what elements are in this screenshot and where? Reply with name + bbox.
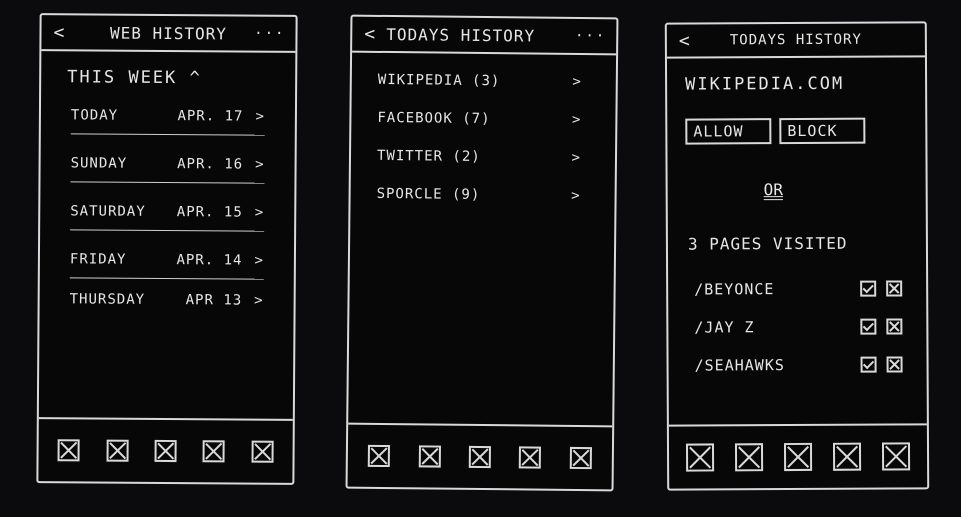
- allow-checkbox[interactable]: [860, 356, 877, 373]
- block-button[interactable]: BLOCK: [779, 117, 866, 145]
- history-content: THIS WEEK ^ TODAY APR. 17 > SUNDAY APR. …: [39, 53, 296, 415]
- chevron-right-icon: >: [572, 73, 582, 91]
- placeholder-icon[interactable]: [468, 445, 491, 469]
- tab-bar: [668, 423, 928, 489]
- placeholder-icon[interactable]: [57, 439, 80, 462]
- placeholder-icon[interactable]: [106, 439, 129, 462]
- day-name: SUNDAY: [70, 155, 128, 172]
- todays-history-screen: < TODAYS HISTORY ··· WIKIPEDIA (3) > FAC…: [345, 14, 619, 492]
- header: < WEB HISTORY ···: [41, 15, 296, 53]
- day-date: APR. 15: [176, 204, 243, 221]
- allow-checkbox[interactable]: [860, 318, 877, 335]
- header: < TODAYS HISTORY ···: [352, 16, 617, 56]
- site-row-twitter[interactable]: TWITTER (2) >: [377, 141, 581, 173]
- chevron-right-icon: >: [255, 108, 265, 125]
- or-divider: OR: [763, 180, 783, 200]
- placeholder-icon[interactable]: [783, 442, 813, 472]
- placeholder-icon[interactable]: [569, 446, 592, 470]
- chevron-right-icon: >: [571, 111, 582, 129]
- allow-button[interactable]: ALLOW: [685, 118, 772, 145]
- day-name: SATURDAY: [70, 203, 146, 220]
- chevron-right-icon: >: [254, 292, 264, 309]
- more-menu-button[interactable]: ···: [254, 26, 285, 42]
- day-date: APR. 16: [177, 156, 244, 173]
- day-date: APR 13: [185, 292, 243, 309]
- chevron-right-icon: >: [571, 187, 581, 205]
- site-label: WIKIPEDIA (3): [377, 71, 501, 90]
- site-list: WIKIPEDIA (3) > FACEBOOK (7) > TWITTER (…: [348, 55, 616, 422]
- week-toggle[interactable]: THIS WEEK ^: [67, 67, 202, 88]
- back-button[interactable]: <: [364, 23, 376, 44]
- block-checkbox[interactable]: [886, 356, 903, 373]
- day-name: TODAY: [70, 107, 119, 124]
- site-domain: WIKIPEDIA.COM: [685, 73, 845, 95]
- block-checkbox[interactable]: [886, 318, 903, 335]
- day-name: THURSDAY: [69, 291, 146, 308]
- allow-checkbox[interactable]: [860, 280, 877, 297]
- chevron-right-icon: >: [255, 156, 265, 173]
- tab-bar: [38, 417, 293, 483]
- site-detail-screen: < TODAYS HISTORY WIKIPEDIA.COM ALLOW BLO…: [664, 21, 930, 491]
- placeholder-icon[interactable]: [251, 440, 274, 463]
- day-date: APR. 14: [176, 252, 243, 269]
- day-row-today[interactable]: TODAY APR. 17 >: [70, 97, 266, 136]
- placeholder-icon[interactable]: [833, 442, 862, 471]
- day-row-sunday[interactable]: SUNDAY APR. 16 >: [70, 145, 265, 184]
- web-history-screen: < WEB HISTORY ··· THIS WEEK ^ TODAY APR.…: [36, 13, 298, 485]
- site-row-sporcle[interactable]: SPORCLE (9) >: [376, 179, 581, 211]
- placeholder-icon[interactable]: [154, 439, 177, 463]
- page-path: /JAY Z: [694, 318, 755, 337]
- site-label: SPORCLE (9): [376, 185, 481, 203]
- placeholder-icon[interactable]: [519, 446, 542, 469]
- chevron-right-icon: >: [254, 204, 265, 221]
- day-row-thursday[interactable]: THURSDAY APR 13 >: [70, 281, 264, 318]
- page-row-seahawks: /SEAHAWKS: [694, 349, 903, 380]
- chevron-right-icon: >: [571, 149, 582, 167]
- placeholder-icon[interactable]: [202, 440, 226, 463]
- block-checkbox[interactable]: [886, 280, 903, 297]
- chevron-right-icon: >: [254, 252, 264, 269]
- page-path: /SEAHAWKS: [694, 356, 785, 375]
- day-name: FRIDAY: [69, 251, 127, 268]
- site-detail-content: WIKIPEDIA.COM ALLOW BLOCK OR 3 PAGES VIS…: [667, 61, 927, 420]
- pages-visited-label: 3 PAGES VISITED: [687, 233, 848, 254]
- page-row-beyonce: /BEYONCE: [694, 273, 903, 304]
- day-date: APR. 17: [177, 108, 244, 125]
- placeholder-icon[interactable]: [734, 443, 763, 472]
- placeholder-icon[interactable]: [882, 442, 911, 471]
- tab-bar: [347, 422, 613, 490]
- site-label: TWITTER (2): [376, 147, 481, 165]
- page-title: TODAYS HISTORY: [386, 24, 536, 46]
- placeholder-icon[interactable]: [367, 444, 391, 468]
- day-row-saturday[interactable]: SATURDAY APR. 15 >: [70, 193, 265, 232]
- day-row-friday[interactable]: FRIDAY APR. 14 >: [69, 241, 265, 280]
- page-row-jay-z: /JAY Z: [694, 311, 903, 342]
- placeholder-icon[interactable]: [685, 443, 714, 472]
- header: < TODAYS HISTORY: [666, 23, 925, 59]
- more-menu-button[interactable]: ···: [575, 28, 606, 44]
- page-title: TODAYS HISTORY: [729, 31, 862, 49]
- site-row-facebook[interactable]: FACEBOOK (7) >: [377, 103, 581, 135]
- site-row-wikipedia[interactable]: WIKIPEDIA (3) >: [378, 65, 582, 97]
- site-label: FACEBOOK (7): [377, 109, 491, 128]
- page-path: /BEYONCE: [694, 280, 775, 299]
- placeholder-icon[interactable]: [418, 445, 441, 468]
